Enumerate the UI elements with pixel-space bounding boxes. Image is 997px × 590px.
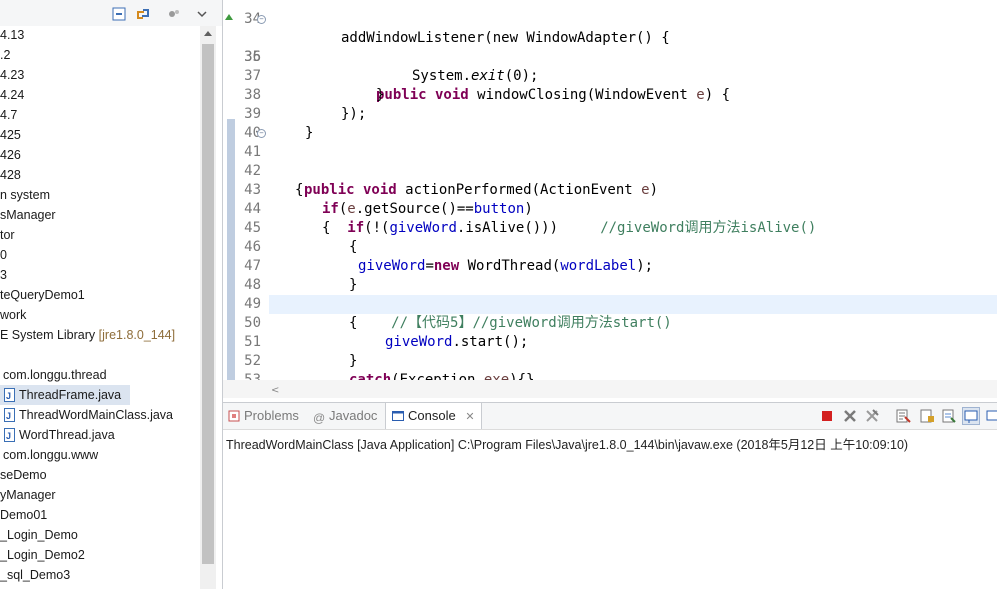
code-line[interactable]: 42 {	[223, 143, 997, 198]
code-line[interactable]: 52 catch(Exception exe){}	[223, 333, 997, 388]
code-line[interactable]: 43 if(e.getSource()==button)	[223, 162, 997, 217]
remove-all-terminated-icon[interactable]	[864, 408, 880, 424]
tree-item-jre-library[interactable]: E System Library [jre1.8.0_144]	[0, 325, 175, 345]
tree-item[interactable]: yManager	[0, 485, 56, 505]
tree-item[interactable]: 0	[0, 245, 7, 265]
override-marker-icon	[225, 14, 233, 20]
tree-item[interactable]: n system	[0, 185, 50, 205]
explorer-scrollbar[interactable]	[200, 26, 216, 589]
tree-item[interactable]: 3	[0, 265, 7, 285]
code-line[interactable]: 44 { if(!(giveWord.isAlive())) //giveWor…	[223, 181, 997, 236]
explorer-toolbar	[0, 0, 222, 26]
java-file-icon	[4, 406, 15, 426]
code-line[interactable]: 39 }	[223, 86, 997, 141]
console-view: Problems @ Javadoc Console ✕ ThreadWordMa…	[223, 402, 997, 590]
code-editor[interactable]: 34 addWindowListener(new WindowAdapter()…	[223, 0, 997, 398]
clear-console-icon[interactable]	[895, 408, 911, 424]
code-line[interactable]: 34 addWindowListener(new WindowAdapter()…	[223, 0, 997, 46]
link-with-editor-icon[interactable]	[135, 6, 151, 22]
tree-item[interactable]: _sql_Demo3	[0, 565, 70, 585]
tree-item-file[interactable]: WordThread.java	[4, 425, 115, 446]
tab-problems[interactable]: Problems	[228, 403, 299, 429]
jre-version-label: [jre1.8.0_144]	[98, 328, 176, 342]
tab-console[interactable]: Console ✕	[385, 403, 482, 429]
scroll-left-arrow-icon[interactable]: <	[271, 385, 279, 396]
tree-item[interactable]: Demo01	[0, 505, 47, 525]
view-menu-icon[interactable]	[166, 6, 182, 22]
collapse-all-icon[interactable]	[111, 6, 127, 22]
tree-item[interactable]: work	[0, 305, 26, 325]
tree-item[interactable]: 4.13	[0, 25, 24, 45]
code-line[interactable]: 49 { //【代码5】//giveWord调用方法start()	[223, 276, 997, 331]
console-icon	[392, 411, 404, 421]
code-line[interactable]: 46 giveWord=new WordThread(wordLabel);	[223, 219, 997, 274]
tree-item[interactable]: teQueryDemo1	[0, 285, 85, 305]
code-line-current[interactable]: 50 giveWord.start();	[244, 295, 997, 350]
java-file-icon	[4, 386, 15, 406]
code-line[interactable]: 47 }	[223, 238, 997, 293]
fold-toggle-icon[interactable]: −	[257, 15, 266, 24]
tree-item-package[interactable]: com.longgu.www	[3, 445, 98, 465]
tree-item[interactable]: seDemo	[0, 465, 47, 485]
code-line[interactable]: 38 });	[223, 67, 997, 122]
scroll-up-arrow-icon[interactable]	[204, 31, 212, 36]
fold-toggle-icon[interactable]: −	[257, 129, 266, 138]
show-console-on-output-icon[interactable]	[962, 407, 980, 425]
tree-item[interactable]: 428	[0, 165, 21, 185]
tree-item[interactable]: 425	[0, 125, 21, 145]
scrollbar-thumb[interactable]	[202, 44, 214, 564]
tree-item[interactable]: sManager	[0, 205, 56, 225]
tree-item-package[interactable]: com.longgu.thread	[3, 365, 107, 385]
tree-item-file[interactable]: ThreadWordMainClass.java	[4, 405, 173, 426]
tree-item-threadframe[interactable]: ThreadFrame.java	[0, 385, 130, 406]
view-tabs: Problems @ Javadoc Console ✕	[223, 403, 997, 430]
code-line[interactable]: 36 System.exit(0);	[223, 29, 997, 84]
close-icon[interactable]: ✕	[465, 411, 474, 423]
editor-horizontal-scrollbar[interactable]: <	[223, 380, 997, 398]
word-wrap-icon[interactable]	[941, 408, 957, 424]
chevron-down-icon[interactable]	[194, 6, 210, 22]
code-line[interactable]: 35 − public void windowClosing(WindowEve…	[223, 10, 997, 103]
code-line[interactable]: 37 }	[223, 48, 997, 103]
tree-item[interactable]: _Login_Demo	[0, 525, 78, 545]
problems-icon	[228, 410, 240, 422]
at-icon: @	[313, 411, 326, 425]
code-line[interactable]: 45 {	[223, 200, 997, 255]
remove-launch-icon[interactable]	[842, 408, 858, 424]
terminate-icon[interactable]	[819, 408, 835, 424]
code-line[interactable]: 53 }	[223, 352, 997, 398]
tree-item[interactable]: _Login_Demo2	[0, 545, 85, 565]
show-console-on-error-icon[interactable]	[985, 408, 997, 424]
package-explorer: 4.13 .2 4.23 4.24 4.7 425 426 428 n syst…	[0, 0, 223, 589]
code-line[interactable]: 41 − public void actionPerformed(ActionE…	[223, 124, 997, 198]
tree-item[interactable]: 4.23	[0, 65, 24, 85]
scroll-lock-icon[interactable]	[919, 408, 935, 424]
tree-item[interactable]: tor	[0, 225, 15, 245]
tree-item[interactable]: 4.7	[0, 105, 17, 125]
tab-javadoc[interactable]: @ Javadoc	[313, 403, 377, 429]
tree-item[interactable]: 426	[0, 145, 21, 165]
tree-item[interactable]: .2	[0, 45, 10, 65]
java-file-icon	[4, 426, 15, 446]
code-line[interactable]: 51 }	[223, 314, 997, 369]
console-launch-header: ThreadWordMainClass [Java Application] C…	[226, 438, 909, 452]
tree-item[interactable]: 4.24	[0, 85, 24, 105]
code-line[interactable]: 40	[223, 105, 997, 141]
code-line[interactable]: 48 try	[223, 257, 997, 312]
